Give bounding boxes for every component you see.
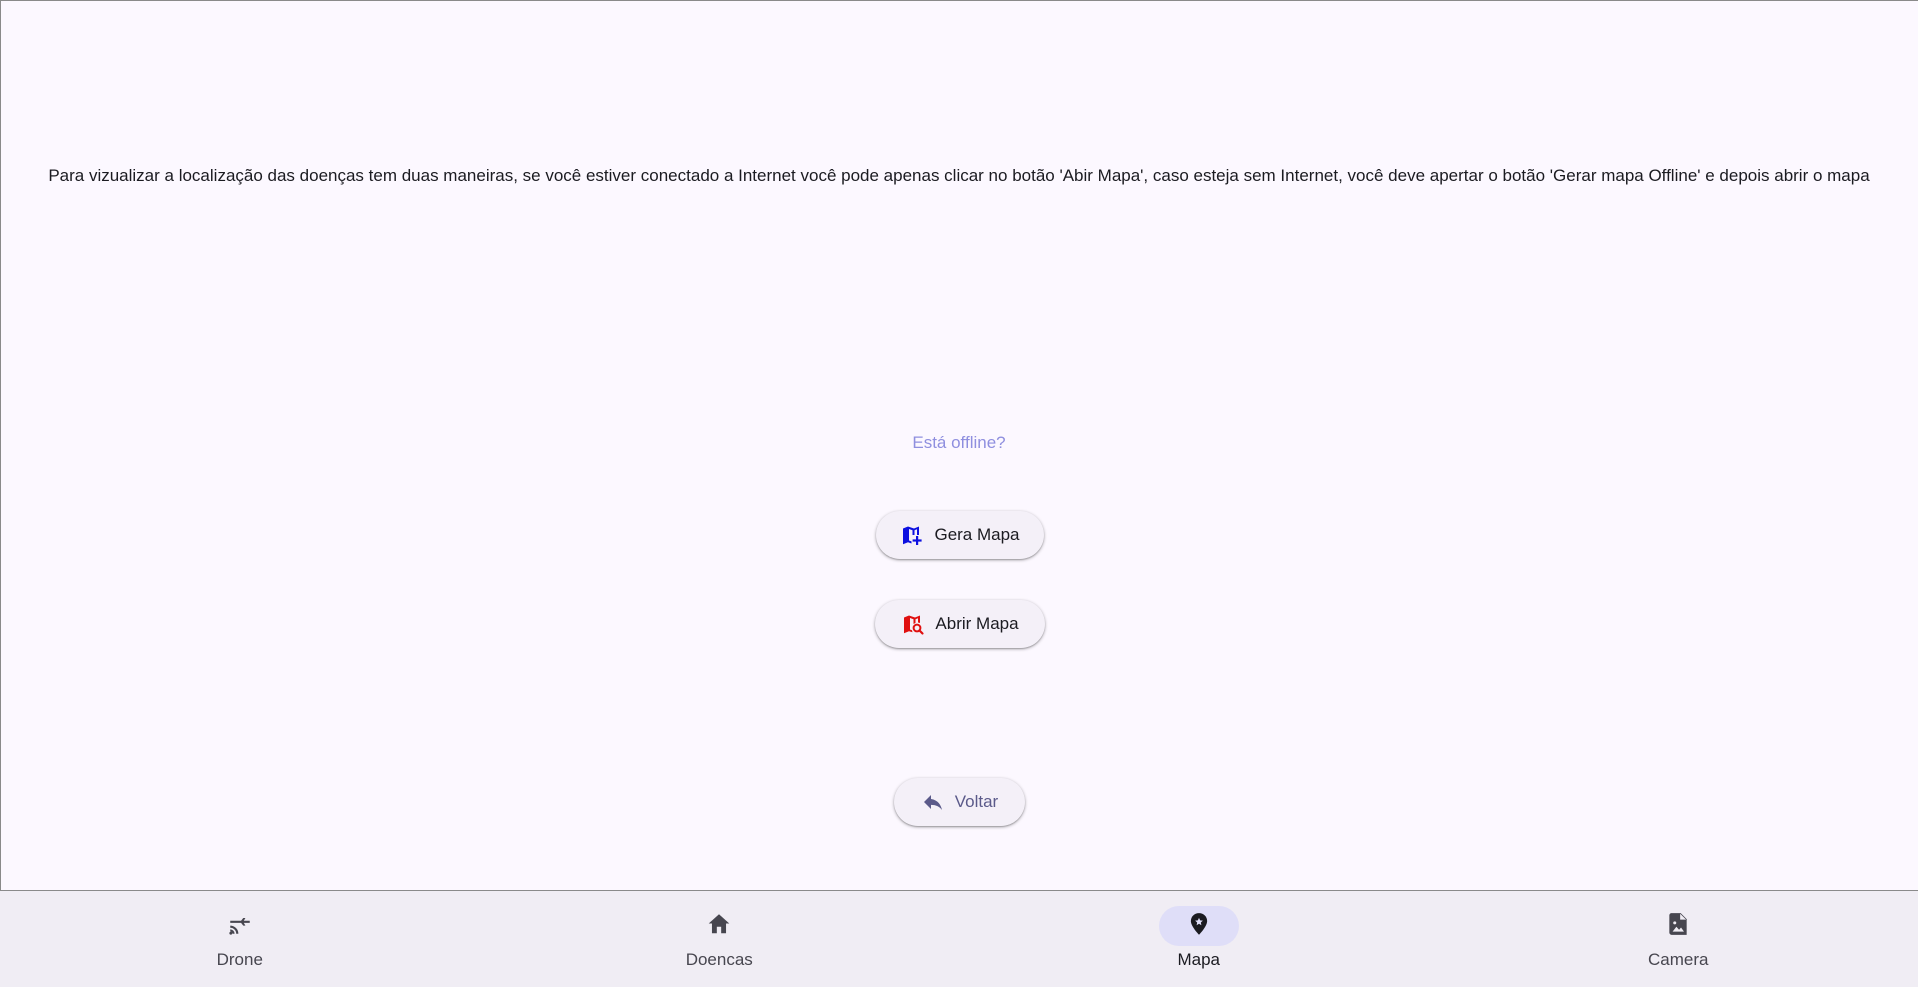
nav-item-mapa[interactable]: Mapa [959, 891, 1439, 987]
drone-flight-icon [227, 911, 253, 942]
reply-arrow-icon [921, 790, 945, 814]
map-screen: Para vizualizar a localização das doença… [0, 0, 1918, 890]
nav-item-camera[interactable]: Camera [1439, 891, 1918, 987]
nav-item-drone[interactable]: Drone [0, 891, 480, 987]
nav-label-mapa: Mapa [1177, 950, 1221, 969]
nav-item-doencas[interactable]: Doencas [480, 891, 960, 987]
map-search-icon [901, 612, 925, 636]
home-icon [706, 911, 732, 942]
voltar-label: Voltar [954, 792, 999, 811]
nav-icon-container [200, 906, 280, 946]
nav-active-indicator [1158, 906, 1239, 946]
image-file-icon [1665, 911, 1691, 942]
bottom-navigation-bar: Drone Doencas Mapa Camera [0, 891, 1918, 987]
gera-mapa-button[interactable]: Gera Mapa [876, 511, 1044, 559]
nav-label-camera: Camera [1648, 950, 1709, 969]
map-add-icon [900, 523, 924, 547]
instruction-text: Para vizualizar a localização das doença… [48, 166, 1870, 185]
nav-label-doencas: Doencas [685, 950, 753, 969]
gera-mapa-label: Gera Mapa [934, 525, 1020, 544]
nav-icon-container [679, 906, 759, 946]
nav-icon-container [1638, 906, 1718, 946]
nav-label-drone: Drone [216, 950, 263, 969]
abrir-mapa-label: Abrir Mapa [935, 614, 1019, 633]
abrir-mapa-button[interactable]: Abrir Mapa [875, 600, 1045, 648]
map-pin-icon [1186, 911, 1212, 942]
voltar-button[interactable]: Voltar [894, 778, 1025, 826]
offline-question-label: Está offline? [912, 433, 1006, 452]
